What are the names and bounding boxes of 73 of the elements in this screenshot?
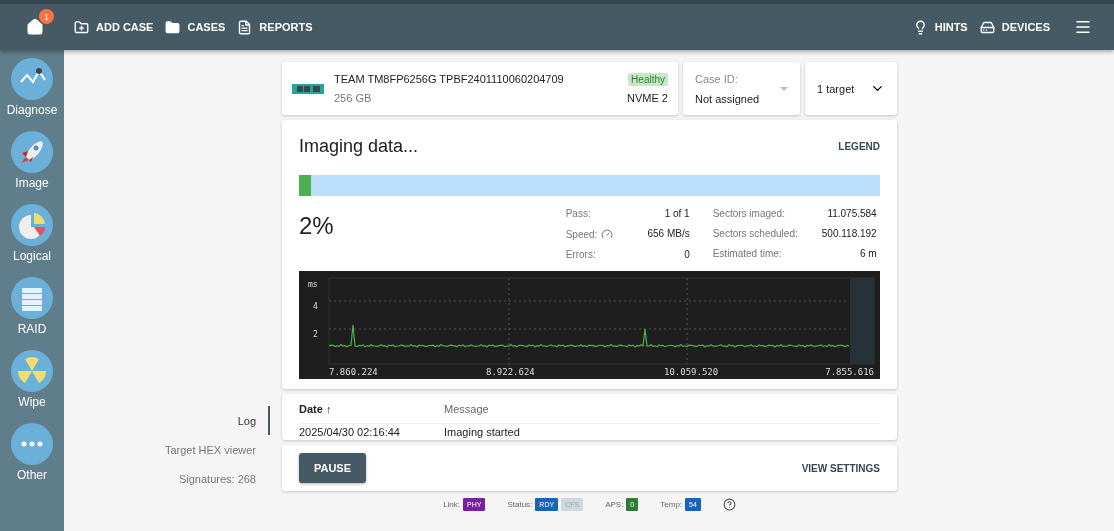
x-axis-label: 8.922.624 xyxy=(486,367,535,377)
stat-label: Pass: xyxy=(565,208,591,219)
status-label: Temp: xyxy=(660,500,683,509)
target-select[interactable]: 1 target xyxy=(805,62,897,115)
rocket-icon xyxy=(11,131,53,173)
stat-value: 1 of 1 xyxy=(663,208,690,219)
stat-label: Sectors scheduled: xyxy=(712,228,799,239)
stat-label: Estimated time: xyxy=(712,248,783,259)
sidebar-item[interactable]: Wipe xyxy=(11,350,53,421)
nav-button[interactable]: CASES xyxy=(165,19,226,35)
stat-value: 11.075.584 xyxy=(826,208,877,219)
help-icon[interactable] xyxy=(722,498,736,511)
sidebar-item[interactable]: Other xyxy=(11,423,53,494)
nav-button[interactable]: DEVICES xyxy=(979,19,1050,35)
stat-value: 500.118.192 xyxy=(820,228,877,239)
status-label: Link: xyxy=(443,500,461,509)
field-label: Case ID: xyxy=(695,72,738,85)
device-name: TEAM TM8FP6256G TPBF2401110060204709 xyxy=(334,73,564,85)
x-axis-label: 10.059.520 xyxy=(664,367,719,377)
status-label: APS: xyxy=(605,500,624,509)
legend-button[interactable]: LEGEND xyxy=(838,141,880,152)
memory-module-icon xyxy=(292,82,324,95)
task-title: Imaging data... xyxy=(299,136,419,157)
target-count: 1 target xyxy=(817,82,855,95)
device-port: NVME 2 xyxy=(627,92,668,104)
folder-icon xyxy=(165,19,181,35)
device-size: 256 GB xyxy=(334,92,372,104)
stat-value: 656 MB/s xyxy=(646,228,690,240)
column-header[interactable]: Date ↑ xyxy=(299,402,444,415)
sidebar-item[interactable]: Logical xyxy=(11,204,53,275)
stat-value: 0 xyxy=(683,249,690,260)
column-header[interactable]: Message xyxy=(444,402,880,415)
table-cell-text: 2025/04/30 02:16:44 xyxy=(299,426,401,438)
menu-button[interactable] xyxy=(1074,18,1092,36)
status-label: Status: xyxy=(507,500,533,509)
more-icon xyxy=(11,423,53,465)
side-tab[interactable]: Signatures: 268 xyxy=(178,464,270,493)
y-axis-label: 2 xyxy=(313,330,318,339)
stat-value: 6 m xyxy=(859,248,877,259)
axis-unit: ms xyxy=(308,280,318,289)
x-axis-label: 7.860.224 xyxy=(329,367,378,377)
stat-label: Errors: xyxy=(565,249,596,260)
pie-chart-icon xyxy=(11,204,53,246)
dropdown-arrow-icon xyxy=(780,86,788,91)
document-icon xyxy=(237,19,253,35)
line-chart-icon xyxy=(11,58,53,100)
progress-percent: 2% xyxy=(299,212,334,240)
sidebar-item[interactable]: Image xyxy=(11,131,53,202)
nav-button[interactable]: HINTS xyxy=(912,19,968,35)
sidebar-item[interactable]: Diagnose xyxy=(6,58,58,129)
server-stack-icon xyxy=(11,277,53,319)
drive-icon xyxy=(979,19,995,35)
radiation-icon xyxy=(11,350,53,392)
y-axis-label: 4 xyxy=(313,302,318,311)
nav-button[interactable]: ADD CASE xyxy=(74,19,154,35)
stat-label: Sectors imaged: xyxy=(712,208,786,219)
sidebar-item[interactable]: RAID xyxy=(11,277,53,348)
table-cell-text: Imaging started xyxy=(444,426,521,438)
add-folder-icon xyxy=(74,19,89,35)
x-axis-label: 7.855.616 xyxy=(825,367,874,377)
field-value: Not assigned xyxy=(695,92,760,105)
home-icon xyxy=(26,18,44,36)
side-tab[interactable]: Target HEX viewer xyxy=(164,435,270,464)
nav-button[interactable]: REPORTS xyxy=(237,19,313,35)
pause-button[interactable]: PAUSE xyxy=(299,453,366,483)
health-badge: Healthy xyxy=(628,73,668,86)
menu-icon xyxy=(1074,18,1092,36)
side-tab[interactable]: Log xyxy=(237,406,270,435)
notification-badge: 1 xyxy=(39,9,54,24)
view-settings-button[interactable]: VIEW SETTINGS xyxy=(801,462,880,474)
gauge-icon xyxy=(601,228,614,240)
stat-label: Speed: xyxy=(565,228,598,240)
case-select[interactable]: Case ID: Not assigned xyxy=(683,62,800,115)
